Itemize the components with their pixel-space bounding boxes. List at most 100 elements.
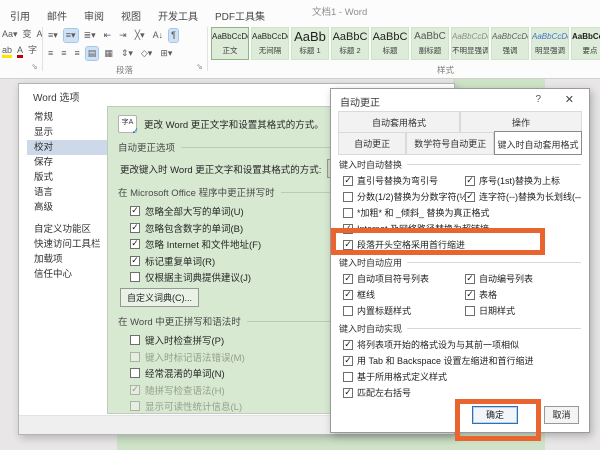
distribute-icon[interactable]: ▦	[102, 47, 115, 60]
sidebar-item-typography[interactable]: 版式	[27, 170, 107, 185]
style-chip-intense-emphasis[interactable]: AaBbCcDd 明显强调	[531, 27, 569, 60]
checkbox-fractions[interactable]	[343, 192, 353, 202]
style-chip-heading1[interactable]: AaBb 标题 1	[291, 27, 329, 60]
borders-icon[interactable]: ⊞▾	[158, 47, 174, 60]
style-chip-subtle-emphasis[interactable]: AaBbCcDd 不明显强调	[451, 27, 489, 60]
checkbox-ignore-numbers[interactable]	[130, 223, 140, 233]
line-spacing-icon[interactable]: ⇕▾	[119, 47, 135, 60]
style-chip-title[interactable]: AaBbC 标题	[371, 27, 409, 60]
checkbox-auto-number-list[interactable]	[465, 274, 475, 284]
sidebar-item-save[interactable]: 保存	[27, 155, 107, 170]
increase-indent-icon[interactable]: ⇥	[117, 29, 129, 42]
ribbon-tab-references[interactable]: 引用	[10, 8, 30, 23]
checkbox-date-style[interactable]	[465, 306, 475, 316]
font-color-icon[interactable]: A	[17, 45, 23, 55]
checkbox-match-brackets[interactable]	[343, 388, 353, 398]
checkbox-main-dictionary-only[interactable]	[130, 272, 140, 282]
decrease-indent-icon[interactable]: ⇤	[102, 29, 114, 42]
autocorrect-row-label: 更改键入时 Word 更正文字和设置其格式的方式:	[120, 162, 321, 176]
sort-icon[interactable]: A↓	[151, 29, 166, 42]
checkbox-builtin-heading-styles[interactable]	[343, 306, 353, 316]
autocorrect-title: 自动更正	[340, 94, 380, 109]
tab-autoformat-as-you-type[interactable]: 键入时自动套用格式	[494, 131, 582, 155]
shading-icon[interactable]: ◇▾	[139, 47, 154, 60]
checkbox-tab-backspace-indent[interactable]	[343, 356, 353, 366]
cancel-button[interactable]: 取消	[544, 406, 579, 424]
ribbon-tab-developer[interactable]: 开发工具	[158, 8, 198, 23]
paragraph-group: ≡▾ ≡▾ ≣▾ ⇤ ⇥ ╳▾ A↓ ¶ ≡ ≡ ≡ ▤ ▦ ⇕▾ ◇▾ ⊞▾	[46, 29, 204, 65]
styles-gallery: AaBbCcDd 正文 AaBbCcDd 无间隔 AaBb 标题 1 AaBbC…	[211, 27, 600, 65]
tab-actions[interactable]: 操作	[460, 111, 582, 133]
style-chip-heading2[interactable]: AaBbC 标题 2	[331, 27, 369, 60]
ribbon-tab-mailings[interactable]: 邮件	[47, 8, 67, 23]
align-right-icon[interactable]: ≡	[73, 47, 82, 60]
sidebar-item-addins[interactable]: 加载项	[27, 252, 107, 267]
checkbox-tables[interactable]	[465, 290, 475, 300]
styles-group-label: 样式	[437, 64, 454, 76]
checkbox-hyphens-dash[interactable]	[465, 192, 475, 202]
justify-icon[interactable]: ▤	[86, 47, 99, 60]
show-marks-icon[interactable]: ¶	[169, 29, 178, 42]
phonetic-guide-icon[interactable]: 变	[23, 29, 32, 39]
tab-autoformat[interactable]: 自动套用格式	[338, 111, 460, 133]
checkbox-label: 标记重复单词(R)	[145, 254, 215, 268]
autocorrect-body: 键入时自动替换 直引号替换为弯引号 序号(1st)替换为上标 分数(1/2)替换…	[339, 153, 581, 398]
change-case-icon[interactable]: Aa▾	[2, 29, 18, 39]
ribbon-tab-view[interactable]: 视图	[121, 8, 141, 23]
checkbox-readability-stats	[130, 401, 140, 411]
checkbox-ignore-uppercase[interactable]	[130, 206, 140, 216]
sidebar-item-quick-access-toolbar[interactable]: 快速访问工具栏	[27, 237, 107, 252]
style-chip-emphasis[interactable]: AaBbCcDd 强调	[491, 27, 529, 60]
proofing-header-text: 更改 Word 更正文字和设置其格式的方式。	[144, 117, 324, 131]
checkbox-ordinals-superscript[interactable]	[465, 176, 475, 186]
tab-autocorrect[interactable]: 自动更正	[338, 132, 406, 155]
checkbox-mark-grammar	[130, 352, 140, 362]
highlight-box-ok-button	[455, 399, 541, 441]
help-icon[interactable]: ?	[535, 94, 541, 105]
checkbox-bold-italic-format[interactable]	[343, 208, 353, 218]
window-title: 文档1 - Word	[312, 4, 367, 18]
ribbon-tab-pdf-tools[interactable]: PDF工具集	[215, 8, 265, 23]
font-dialog-launcher-icon[interactable]: ⇘	[31, 62, 38, 71]
paragraph-dialog-launcher-icon[interactable]: ⇘	[196, 62, 203, 71]
sidebar-item-advanced[interactable]: 高级	[27, 200, 107, 215]
checkbox-smart-quotes[interactable]	[343, 176, 353, 186]
enclose-character-icon[interactable]: 字	[28, 45, 37, 55]
style-chip-strong[interactable]: AaBbCcDd 要点	[571, 27, 600, 60]
sidebar-item-general[interactable]: 常规	[27, 110, 107, 125]
style-chip-normal[interactable]: AaBbCcDd 正文	[211, 27, 249, 60]
sidebar-item-proofing[interactable]: 校对	[27, 140, 107, 155]
checkbox-label: 随拼写检查语法(H)	[145, 383, 225, 397]
style-chip-subtitle[interactable]: AaBbC 副标题	[411, 27, 449, 60]
ribbon-tab-row: 引用 邮件 审阅 视图 开发工具 PDF工具集	[10, 8, 265, 23]
checkbox-flag-repeated[interactable]	[130, 256, 140, 266]
ribbon: 引用 邮件 审阅 视图 开发工具 PDF工具集 文档1 - Word Aa▾ 变…	[0, 0, 600, 79]
checkbox-label: 键入时标记语法错误(M)	[145, 350, 245, 364]
align-center-icon[interactable]: ≡	[59, 47, 68, 60]
sidebar-item-display[interactable]: 显示	[27, 125, 107, 140]
checkbox-border-lines[interactable]	[343, 290, 353, 300]
checkbox-auto-bullet-list[interactable]	[343, 274, 353, 284]
ribbon-tab-review[interactable]: 审阅	[84, 8, 104, 23]
checkbox-define-styles-from-formatting[interactable]	[343, 372, 353, 382]
style-chip-no-spacing[interactable]: AaBbCcDd 无间隔	[251, 27, 289, 60]
custom-dictionaries-button[interactable]: 自定义词典(C)...	[120, 288, 199, 307]
sidebar-item-language[interactable]: 语言	[27, 185, 107, 200]
highlight-box-auto-lists	[331, 228, 545, 255]
asian-layout-icon[interactable]: ╳▾	[133, 29, 147, 42]
group-separator	[42, 27, 43, 71]
checkbox-check-spelling-as-type[interactable]	[130, 335, 140, 345]
numbering-icon[interactable]: ≡▾	[64, 29, 78, 42]
bullets-icon[interactable]: ≡▾	[46, 29, 60, 42]
checkbox-ignore-internet[interactable]	[130, 239, 140, 249]
checkbox-format-list-item-like-previous[interactable]	[343, 340, 353, 350]
multilevel-list-icon[interactable]: ≣▾	[82, 29, 98, 42]
sidebar-item-trust-center[interactable]: 信任中心	[27, 267, 107, 282]
align-left-icon[interactable]: ≡	[46, 47, 55, 60]
font-group: Aa▾ 变 A ab A 字	[2, 29, 40, 61]
sidebar-item-customize-ribbon[interactable]: 自定义功能区	[27, 222, 107, 237]
close-icon[interactable]: ✕	[565, 93, 574, 106]
checkbox-confused-words[interactable]	[130, 368, 140, 378]
tab-math-autocorrect[interactable]: 数学符号自动更正	[406, 132, 494, 155]
text-highlight-icon[interactable]: ab	[2, 45, 12, 55]
